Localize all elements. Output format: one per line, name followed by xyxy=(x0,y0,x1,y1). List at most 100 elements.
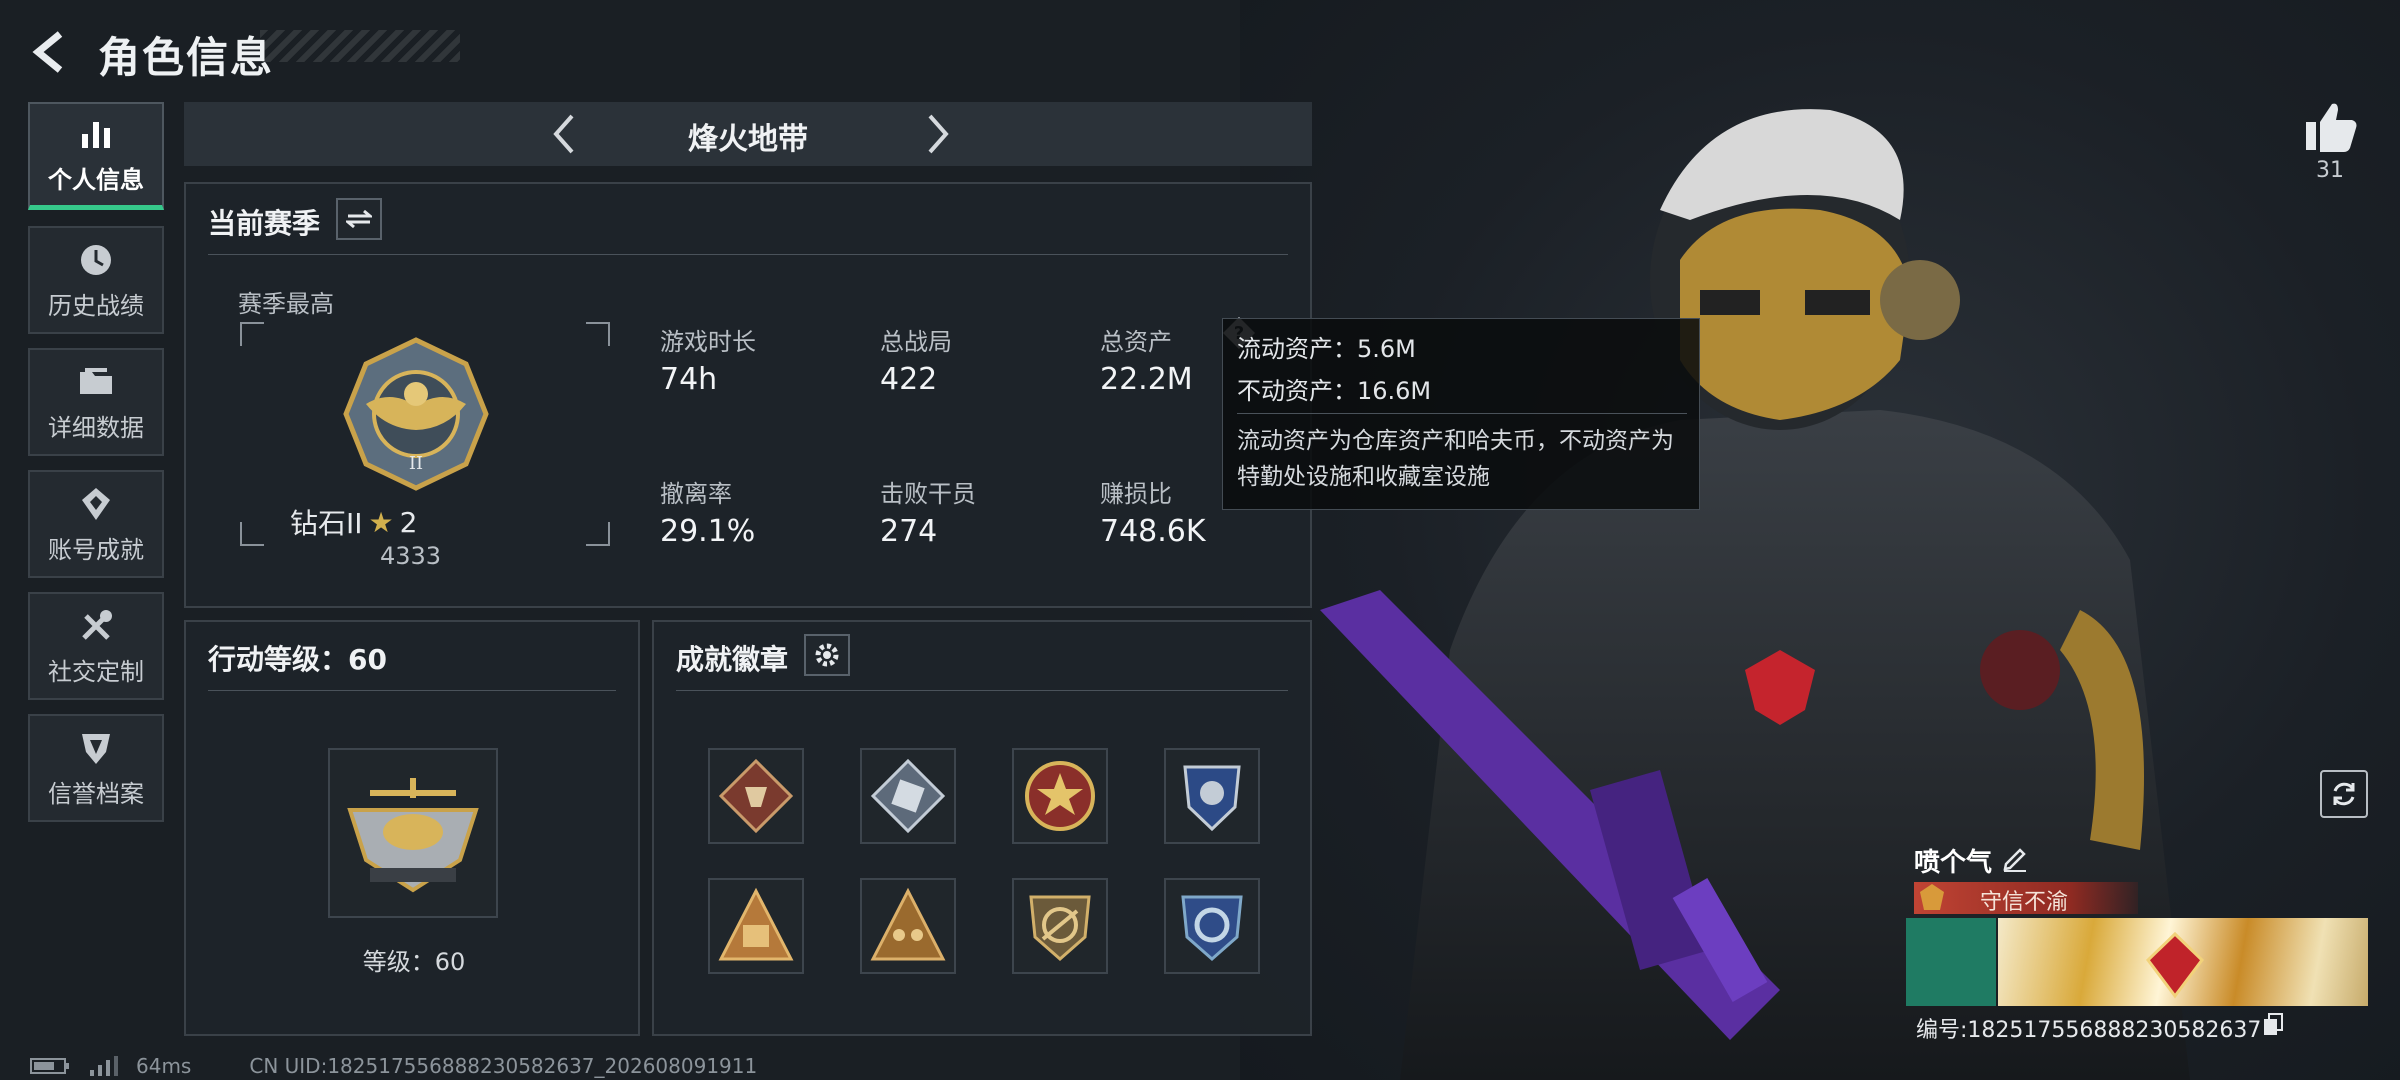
like-count: 31 xyxy=(2316,158,2344,183)
tooltip-fixed-assets: 不动资产：16.6M xyxy=(1237,377,1432,405)
cube-badge-icon xyxy=(870,758,946,834)
sidebar-item-history[interactable]: 历史战绩 xyxy=(28,226,164,334)
honor-title: 守信不渝 xyxy=(1980,890,2069,915)
badge-slot-3[interactable] xyxy=(1012,748,1108,844)
badges-title: 成就徽章 xyxy=(676,643,789,676)
stat-label-total-matches: 总战局 xyxy=(880,328,952,356)
divider xyxy=(676,690,1288,691)
badge-slot-2[interactable] xyxy=(860,748,956,844)
badge-slot-5[interactable] xyxy=(708,878,804,974)
mode-title: 烽火地带 xyxy=(688,122,808,157)
stat-label-play-time: 游戏时长 xyxy=(660,328,756,356)
back-arrow-icon[interactable] xyxy=(26,28,74,76)
blue-shield-badge-icon xyxy=(1183,765,1241,832)
user-uid: CN UID:182517556888230582637_20260809191… xyxy=(249,1054,758,1078)
stat-value-total-matches: 422 xyxy=(880,362,938,397)
rifle-shield-badge-icon xyxy=(1029,895,1091,961)
thumbs-up-icon[interactable] xyxy=(2300,96,2360,156)
stat-value-profit-ratio: 748.6K xyxy=(1100,514,1206,549)
badge-settings-button[interactable] xyxy=(804,634,850,676)
rank-stars: 2 xyxy=(399,505,418,539)
signal-icon xyxy=(90,1056,118,1076)
rank-score: 4333 xyxy=(380,542,442,570)
svg-text:II: II xyxy=(409,453,423,474)
mode-switcher: 烽火地带 xyxy=(184,102,1312,166)
badge-slot-7[interactable] xyxy=(1012,878,1108,974)
badge-slot-6[interactable] xyxy=(860,878,956,974)
frame-corner xyxy=(240,322,264,346)
player-nickname: 喷个气 xyxy=(1914,848,1993,878)
wolf-badge-icon xyxy=(718,758,794,834)
assets-tooltip: 流动资产：5.6M 不动资产：16.6M 流动资产为仓库资产和哈夫币，不动资产为… xyxy=(1222,318,1700,510)
red-gem-icon xyxy=(2146,931,2204,999)
sidebar-item-personal-info[interactable]: 个人信息 xyxy=(28,102,164,210)
stat-value-kills: 274 xyxy=(880,514,938,549)
tooltip-liquid-assets: 流动资产：5.6M xyxy=(1237,335,1416,363)
rank-name: 钻石II xyxy=(290,507,363,540)
gear-icon xyxy=(815,643,839,667)
sidebar-item-achievements[interactable]: 账号成就 xyxy=(28,470,164,578)
battery-icon xyxy=(30,1058,69,1074)
diamond-rank-emblem-icon: II xyxy=(343,337,489,491)
sidebar-item-label: 个人信息 xyxy=(48,166,144,194)
sidebar-item-label: 详细数据 xyxy=(48,413,144,442)
divider xyxy=(208,254,1288,255)
tools-icon xyxy=(82,609,112,640)
star-icon: ★ xyxy=(368,505,394,539)
card-id: 编号:1825175568882305826​37 xyxy=(1916,1018,2262,1043)
league-card-logo[interactable] xyxy=(1906,918,1996,1006)
rotate-character-button[interactable] xyxy=(2320,770,2368,818)
divider xyxy=(1237,413,1687,414)
helicopter-emblem-icon xyxy=(347,778,479,893)
frame-corner xyxy=(586,522,610,546)
stat-value-total-assets: 22.2M xyxy=(1100,362,1193,397)
sidebar-item-detailed-data[interactable]: 详细数据 xyxy=(28,348,164,456)
tooltip-description: 流动资产为仓库资产和哈夫币，不动资产为特勤处设施和收藏室设施 xyxy=(1237,428,1674,490)
copy-icon[interactable] xyxy=(2262,1012,2284,1036)
title-decoration xyxy=(260,30,460,62)
badges-panel: 成就徽章 xyxy=(652,620,1312,1036)
stat-label-total-assets: 总资产 xyxy=(1100,328,1172,356)
sidebar-item-label: 账号成就 xyxy=(48,535,144,564)
frame-corner xyxy=(586,322,610,346)
divider xyxy=(208,690,616,691)
credit-icon xyxy=(82,733,110,764)
sidebar-item-label: 信誉档案 xyxy=(48,779,144,808)
sidebar-item-label: 历史战绩 xyxy=(48,291,144,320)
level-emblem-frame xyxy=(328,748,498,918)
stat-label-profit-ratio: 赚损比 xyxy=(1100,480,1172,508)
triangle-58-badge-icon xyxy=(718,887,794,961)
ping-value: 64ms xyxy=(136,1054,192,1078)
action-level-panel: 行动等级：60 等级：60 xyxy=(184,620,640,1036)
stat-value-play-time: 74h xyxy=(660,362,718,397)
bar-chart-icon xyxy=(82,122,110,148)
season-title: 当前赛季 xyxy=(208,207,321,240)
achievement-icon xyxy=(82,487,110,520)
swap-icon xyxy=(346,209,372,229)
squad-triangle-badge-icon xyxy=(870,887,946,961)
next-mode-arrow-icon[interactable] xyxy=(914,112,958,156)
frame-corner xyxy=(240,522,264,546)
sidebar-item-social[interactable]: 社交定制 xyxy=(28,592,164,700)
sidebar-item-credit[interactable]: 信誉档案 xyxy=(28,714,164,822)
refresh-icon xyxy=(2333,782,2355,806)
star-shield-badge-icon xyxy=(1025,761,1095,831)
status-bar: 64ms CN UID:182517556888230582637_202608… xyxy=(30,1054,757,1078)
stat-label-extract-rate: 撤离率 xyxy=(660,480,732,508)
blue-gear-badge-icon xyxy=(1181,895,1243,961)
badge-slot-1[interactable] xyxy=(708,748,804,844)
history-icon xyxy=(81,244,111,275)
switch-season-button[interactable] xyxy=(336,198,382,240)
folder-icon xyxy=(80,367,112,394)
rank-name-row: 钻石II ★ 2 xyxy=(290,502,417,542)
stat-value-extract-rate: 29.1% xyxy=(660,514,756,549)
badge-slot-4[interactable] xyxy=(1164,748,1260,844)
level-text: 等级：60 xyxy=(362,948,466,976)
stat-label-kills: 击败干员 xyxy=(880,480,976,508)
badge-slot-8[interactable] xyxy=(1164,878,1260,974)
season-panel: 当前赛季 赛季最高 II 钻石II ★ 2 4333 游戏时长 74h 总战局 … xyxy=(184,182,1312,608)
page-title: 角色信息 xyxy=(98,33,275,82)
season-best-label: 赛季最高 xyxy=(238,290,334,318)
sidebar-item-label: 社交定制 xyxy=(48,657,144,686)
edit-name-icon[interactable] xyxy=(2000,844,2028,872)
